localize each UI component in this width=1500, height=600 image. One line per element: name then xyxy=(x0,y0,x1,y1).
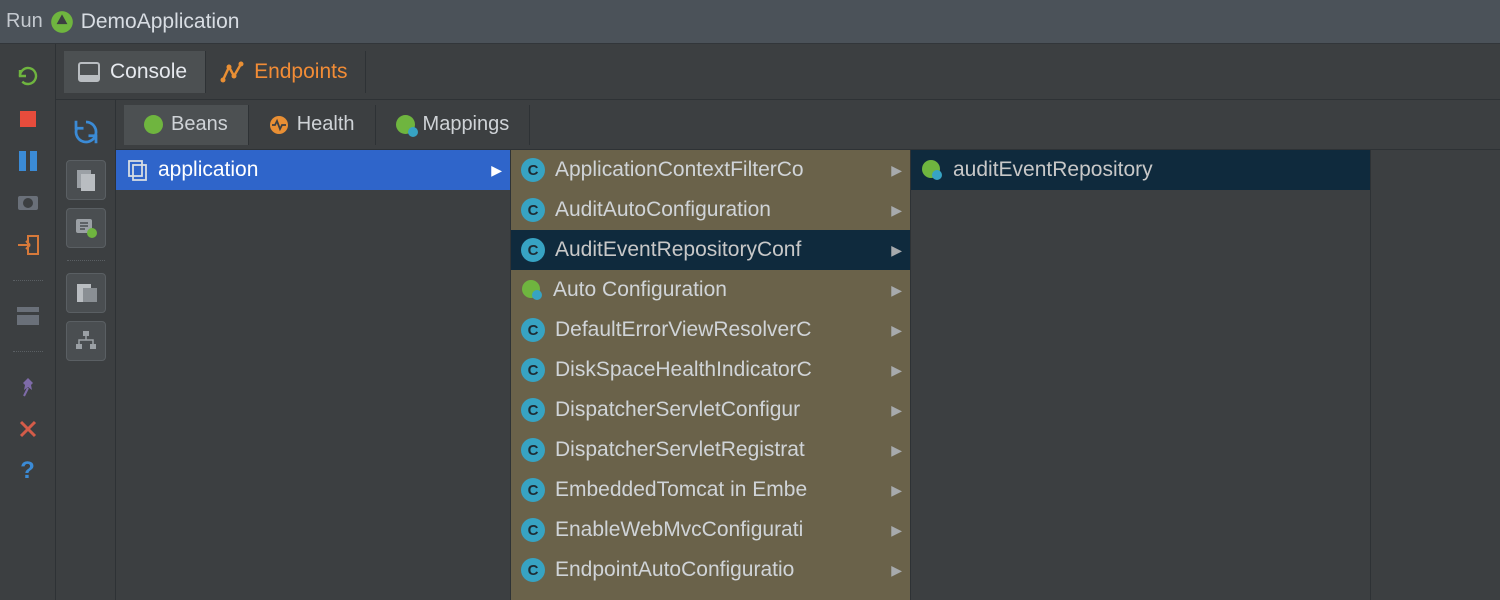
row-application-label: application xyxy=(158,158,487,182)
endpoints-toolbar xyxy=(56,100,116,600)
chevron-right-icon: ▶ xyxy=(891,522,902,539)
divider xyxy=(67,260,105,261)
leaf-icon xyxy=(521,279,543,301)
row-bean-label: EnableWebMvcConfigurati xyxy=(555,518,887,542)
row-bean[interactable]: C ApplicationContextFilterCo▶ xyxy=(511,150,910,190)
class-icon: C xyxy=(521,438,545,462)
row-bean-label: EmbeddedTomcat in Embe xyxy=(555,478,887,502)
miller-columns: application ▶ C ApplicationContextFilterC… xyxy=(116,150,1500,600)
subtab-beans-label: Beans xyxy=(171,113,228,136)
chevron-right-icon: ▶ xyxy=(491,162,502,179)
row-bean-label: ApplicationContextFilterCo xyxy=(555,158,887,182)
row-application[interactable]: application ▶ xyxy=(116,150,510,190)
column-beans[interactable]: CApplicationContextFilterCo▶CAuditAutoCo… xyxy=(511,150,911,600)
column-contexts[interactable]: application ▶ xyxy=(116,150,511,600)
run-config-name: DemoApplication xyxy=(81,10,240,34)
run-body: Console Endpoints xyxy=(56,44,1500,600)
endpoints-panel: Beans Health Mappings xyxy=(116,100,1500,600)
help-icon[interactable]: ? xyxy=(15,458,41,484)
row-bean-label: DispatcherServletRegistrat xyxy=(555,438,887,462)
subtab-mappings-label: Mappings xyxy=(423,113,510,136)
scroll-to-source-icon[interactable] xyxy=(66,160,106,200)
class-icon: C xyxy=(521,398,545,422)
row-bean[interactable]: Auto Configuration▶ xyxy=(511,270,910,310)
dump-threads-icon[interactable] xyxy=(15,190,41,216)
class-icon: C xyxy=(521,318,545,342)
subtab-mappings[interactable]: Mappings xyxy=(376,105,531,145)
class-icon: C xyxy=(521,158,545,182)
tab-endpoints-label: Endpoints xyxy=(254,60,347,84)
chevron-right-icon: ▶ xyxy=(891,162,902,179)
row-bean-label: DefaultErrorViewResolverC xyxy=(555,318,887,342)
pin-icon[interactable] xyxy=(15,374,41,400)
row-bean[interactable]: C DispatcherServletRegistrat▶ xyxy=(511,430,910,470)
leaf-icon xyxy=(144,115,163,134)
layout-icon[interactable] xyxy=(15,303,41,329)
row-bean-detail[interactable]: auditEventRepository xyxy=(911,150,1370,190)
row-bean-label: DispatcherServletConfigur xyxy=(555,398,887,422)
leaf-icon xyxy=(921,159,943,181)
row-bean[interactable]: C AuditEventRepositoryConf▶ xyxy=(511,230,910,270)
pause-icon[interactable] xyxy=(15,148,41,174)
chevron-right-icon: ▶ xyxy=(891,562,902,579)
chevron-right-icon: ▶ xyxy=(891,202,902,219)
run-action-gutter: ? xyxy=(0,44,56,600)
row-bean[interactable]: C DefaultErrorViewResolverC▶ xyxy=(511,310,910,350)
endpoints-icon xyxy=(220,61,244,83)
class-icon: C xyxy=(521,518,545,542)
divider xyxy=(13,351,43,352)
column-bean-detail[interactable]: auditEventRepository xyxy=(911,150,1371,600)
leaf-icon xyxy=(396,115,415,134)
subtab-health[interactable]: Health xyxy=(249,105,376,145)
class-icon: C xyxy=(521,238,545,262)
refresh-icon[interactable] xyxy=(66,112,106,152)
rerun-icon[interactable] xyxy=(15,64,41,90)
row-bean-label: AuditEventRepositoryConf xyxy=(555,238,887,262)
row-bean-label: Auto Configuration xyxy=(553,278,887,302)
main-area: ? Console Endpoints xyxy=(0,44,1500,600)
endpoint-subtabs: Beans Health Mappings xyxy=(116,100,1500,150)
row-bean[interactable]: C DiskSpaceHealthIndicatorC▶ xyxy=(511,350,910,390)
class-icon: C xyxy=(521,358,545,382)
run-bar: Run DemoApplication xyxy=(0,0,1500,44)
row-bean-detail-label: auditEventRepository xyxy=(953,158,1362,182)
hierarchy-icon[interactable] xyxy=(66,321,106,361)
row-bean[interactable]: C EnableWebMvcConfigurati▶ xyxy=(511,510,910,550)
row-bean-label: AuditAutoConfiguration xyxy=(555,198,887,222)
chevron-right-icon: ▶ xyxy=(891,242,902,259)
class-icon: C xyxy=(521,198,545,222)
row-bean[interactable]: C DispatcherServletConfigur▶ xyxy=(511,390,910,430)
run-tabs: Console Endpoints xyxy=(56,44,1500,100)
run-label: Run xyxy=(6,10,43,33)
spring-boot-icon xyxy=(49,9,75,35)
chevron-right-icon: ▶ xyxy=(891,402,902,419)
chevron-right-icon: ▶ xyxy=(891,362,902,379)
row-bean[interactable]: C EmbeddedTomcat in Embe▶ xyxy=(511,470,910,510)
row-bean-label: EndpointAutoConfiguratio xyxy=(555,558,887,582)
subtab-health-label: Health xyxy=(297,113,355,136)
class-icon: C xyxy=(521,478,545,502)
chevron-right-icon: ▶ xyxy=(891,322,902,339)
tab-endpoints[interactable]: Endpoints xyxy=(206,51,366,93)
console-icon xyxy=(78,62,100,82)
exit-icon[interactable] xyxy=(15,232,41,258)
stack-icon xyxy=(126,159,148,181)
subtab-beans[interactable]: Beans xyxy=(124,105,249,145)
chevron-right-icon: ▶ xyxy=(891,482,902,499)
diagram-icon[interactable] xyxy=(66,273,106,313)
stop-icon[interactable] xyxy=(15,106,41,132)
class-icon: C xyxy=(521,558,545,582)
tab-console-label: Console xyxy=(110,60,187,84)
close-icon[interactable] xyxy=(15,416,41,442)
health-icon xyxy=(269,115,289,135)
divider xyxy=(13,280,43,281)
row-bean-label: DiskSpaceHealthIndicatorC xyxy=(555,358,887,382)
row-bean[interactable]: C EndpointAutoConfiguratio▶ xyxy=(511,550,910,590)
row-bean[interactable]: C AuditAutoConfiguration▶ xyxy=(511,190,910,230)
live-beans-icon[interactable] xyxy=(66,208,106,248)
chevron-right-icon: ▶ xyxy=(891,442,902,459)
endpoints-content: Beans Health Mappings xyxy=(56,100,1500,600)
tab-console[interactable]: Console xyxy=(64,51,206,93)
chevron-right-icon: ▶ xyxy=(891,282,902,299)
